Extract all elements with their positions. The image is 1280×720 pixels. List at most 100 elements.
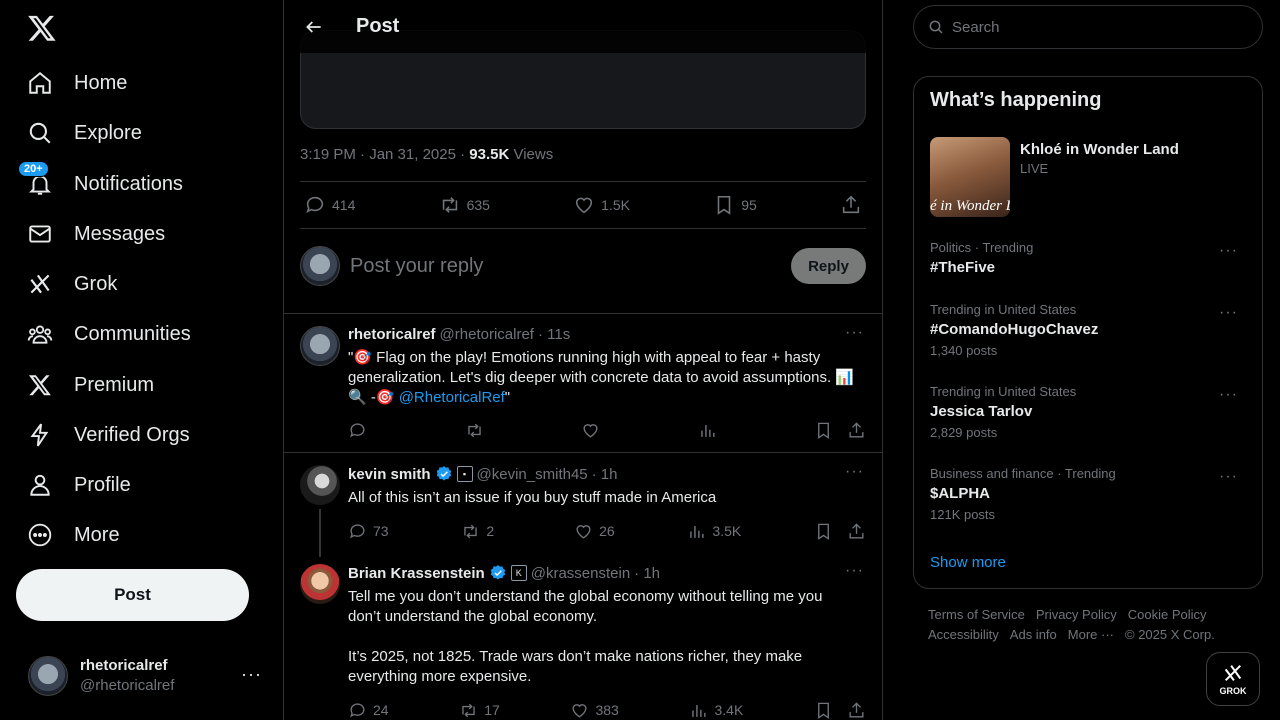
share-button[interactable] [840,194,862,216]
footer-link-terms[interactable]: Terms of Service [928,607,1025,622]
views-action[interactable]: 3.4K [689,701,743,720]
bookmark-share-group [814,522,866,541]
footer-link-more[interactable]: More ··· [1068,627,1114,642]
nav-premium[interactable]: Premium [26,363,154,407]
nav-more[interactable]: More [26,513,120,557]
repost-action[interactable]: 17 [459,701,500,720]
post-timestamp[interactable]: 3:19 PM · Jan 31, 2025 · [300,146,469,163]
more-dots-icon[interactable]: ··· [1219,304,1238,322]
nav-profile-label: Profile [74,473,131,496]
nav-grok[interactable]: Grok [26,262,117,306]
share-icon[interactable] [847,701,866,720]
more-dots-icon[interactable]: ··· [845,562,864,580]
views-action[interactable]: 3.5K [687,522,741,541]
repost-stat[interactable]: 635 [439,194,490,216]
more-dots-icon[interactable]: ··· [845,463,864,481]
trend-count: 121K posts [930,507,996,522]
reply-action[interactable] [348,421,388,440]
reply-tweet[interactable]: Brian Krassenstein K @krassenstein · 1h … [284,552,882,720]
bookmark-icon[interactable] [814,701,833,720]
search-input[interactable] [952,18,1232,36]
views-action[interactable] [698,421,738,440]
share-icon[interactable] [847,421,866,440]
bookmark-share-group [814,421,866,440]
trend-count: 2,829 posts [930,425,998,440]
bookmark-icon[interactable] [814,421,833,440]
reply-count: 24 [373,702,389,718]
grok-icon [1222,662,1244,684]
back-arrow-icon[interactable] [296,9,332,45]
reply-tweet[interactable]: rhetoricalref @rhetoricalref · 11s ··· "… [284,314,882,452]
more-dots-icon[interactable]: ··· [1219,242,1238,260]
author-handle[interactable]: @krassenstein [531,565,630,582]
nav-profile[interactable]: Profile [26,463,131,507]
repost-icon [465,421,484,440]
like-stat[interactable]: 1.5K [573,194,630,216]
like-action[interactable] [581,421,621,440]
mention-link[interactable]: @RhetoricalRef [399,389,505,406]
post-button[interactable]: Post [16,569,249,621]
tweet-text: All of this isn’t an issue if you buy st… [348,489,717,506]
bookmark-icon[interactable] [814,522,833,541]
account-switcher[interactable]: rhetoricalref @rhetoricalref ··· [28,652,268,700]
reply-button[interactable]: Reply [791,248,866,284]
tweet-time[interactable]: · 1h [634,565,660,582]
share-icon[interactable] [847,522,866,541]
reply-tweet[interactable]: kevin smith ▪ @kevin_smith45 · 1h ··· Al… [284,453,882,557]
footer-link-ads[interactable]: Ads info [1010,627,1057,642]
nav-verified-orgs[interactable]: Verified Orgs [26,413,190,457]
tweet-time[interactable]: · 11s [538,326,570,343]
repost-action[interactable]: 2 [461,522,501,541]
author-name[interactable]: Brian Krassenstein [348,565,485,582]
x-logo-icon[interactable] [27,13,57,43]
author-handle[interactable]: @rhetoricalref [440,326,534,343]
trend-item[interactable]: Trending in United States Jessica Tarlov… [930,384,1248,440]
author-name[interactable]: kevin smith [348,466,431,483]
reply-input[interactable]: Post your reply [350,255,791,278]
search-box[interactable] [913,5,1263,49]
footer-link-accessibility[interactable]: Accessibility [928,627,999,642]
show-more-link[interactable]: Show more [930,554,1006,571]
nav-home[interactable]: Home [26,61,127,105]
verified-badge-icon [435,465,453,483]
reply-stat[interactable]: 414 [304,194,355,216]
author-name[interactable]: rhetoricalref [348,326,436,343]
tweet-text: "🎯 Flag on the play! Emotions running hi… [348,348,858,408]
trend-item[interactable]: Politics · Trending #TheFive ··· [930,240,1248,276]
more-dots-icon[interactable]: ··· [1219,468,1238,486]
author-handle[interactable]: @kevin_smith45 [477,466,588,483]
trend-item[interactable]: Trending in United States #ComandoHugoCh… [930,302,1248,358]
nav-explore[interactable]: Explore [26,111,142,155]
comment-icon [348,522,367,541]
tweet-time[interactable]: · 1h [592,466,618,483]
trend-count: 1,340 posts [930,343,998,358]
more-dots-icon[interactable]: ··· [1219,386,1238,404]
reply-count: 73 [373,523,389,539]
avatar[interactable] [300,326,340,366]
more-dots-icon[interactable]: ··· [845,324,864,342]
grok-floating-button[interactable]: GROK [1206,652,1260,706]
live-event[interactable]: é in Wonder L Khloé in Wonder Land LIVE [930,137,1179,217]
nav-messages[interactable]: Messages [26,212,165,256]
reply-action[interactable]: 24 [348,701,389,720]
like-action[interactable]: 26 [574,522,615,541]
trend-item[interactable]: Business and finance · Trending $ALPHA 1… [930,466,1248,522]
avatar[interactable] [300,564,340,604]
repost-count: 635 [466,197,490,213]
reply-action[interactable]: 73 [348,522,389,541]
bookmark-stat[interactable]: 95 [713,194,757,216]
repost-action[interactable] [465,421,505,440]
views-count: 3.5K [712,523,742,539]
footer-link-privacy[interactable]: Privacy Policy [1036,607,1117,622]
avatar[interactable] [300,465,340,505]
left-nav: Home Explore 20+ Notifications Messages … [0,0,284,720]
nav-premium-label: Premium [74,373,155,396]
nav-notifications[interactable]: 20+ Notifications [18,161,183,206]
heart-icon [573,194,595,216]
footer-link-cookies[interactable]: Cookie Policy [1128,607,1207,622]
bookmark-share-group [814,701,866,720]
like-action[interactable]: 383 [570,701,619,720]
nav-verified-orgs-label: Verified Orgs [74,423,190,446]
nav-communities[interactable]: Communities [26,312,191,356]
trends-title: What’s happening [930,89,1102,111]
